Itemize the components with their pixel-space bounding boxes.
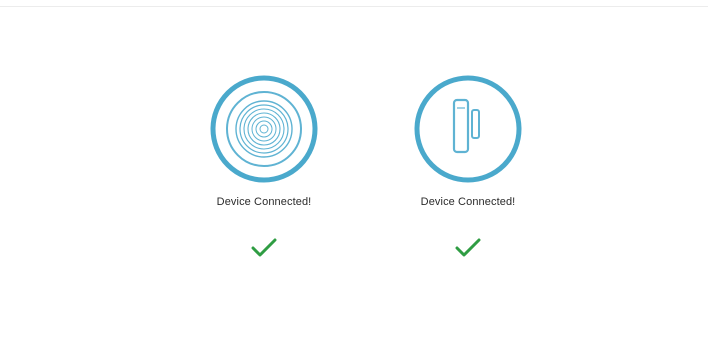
- checkmark-icon: [250, 236, 278, 260]
- device-card-door-sensor: Device Connected!: [408, 74, 528, 274]
- device-status-text: Device Connected!: [216, 196, 312, 208]
- door-sensor-icon: [413, 74, 523, 184]
- device-card-siren: Device Connected!: [204, 74, 324, 274]
- siren-icon: [209, 74, 319, 184]
- top-divider: [0, 6, 708, 7]
- device-status-text: Device Connected!: [420, 196, 516, 208]
- checkmark-icon: [454, 236, 482, 260]
